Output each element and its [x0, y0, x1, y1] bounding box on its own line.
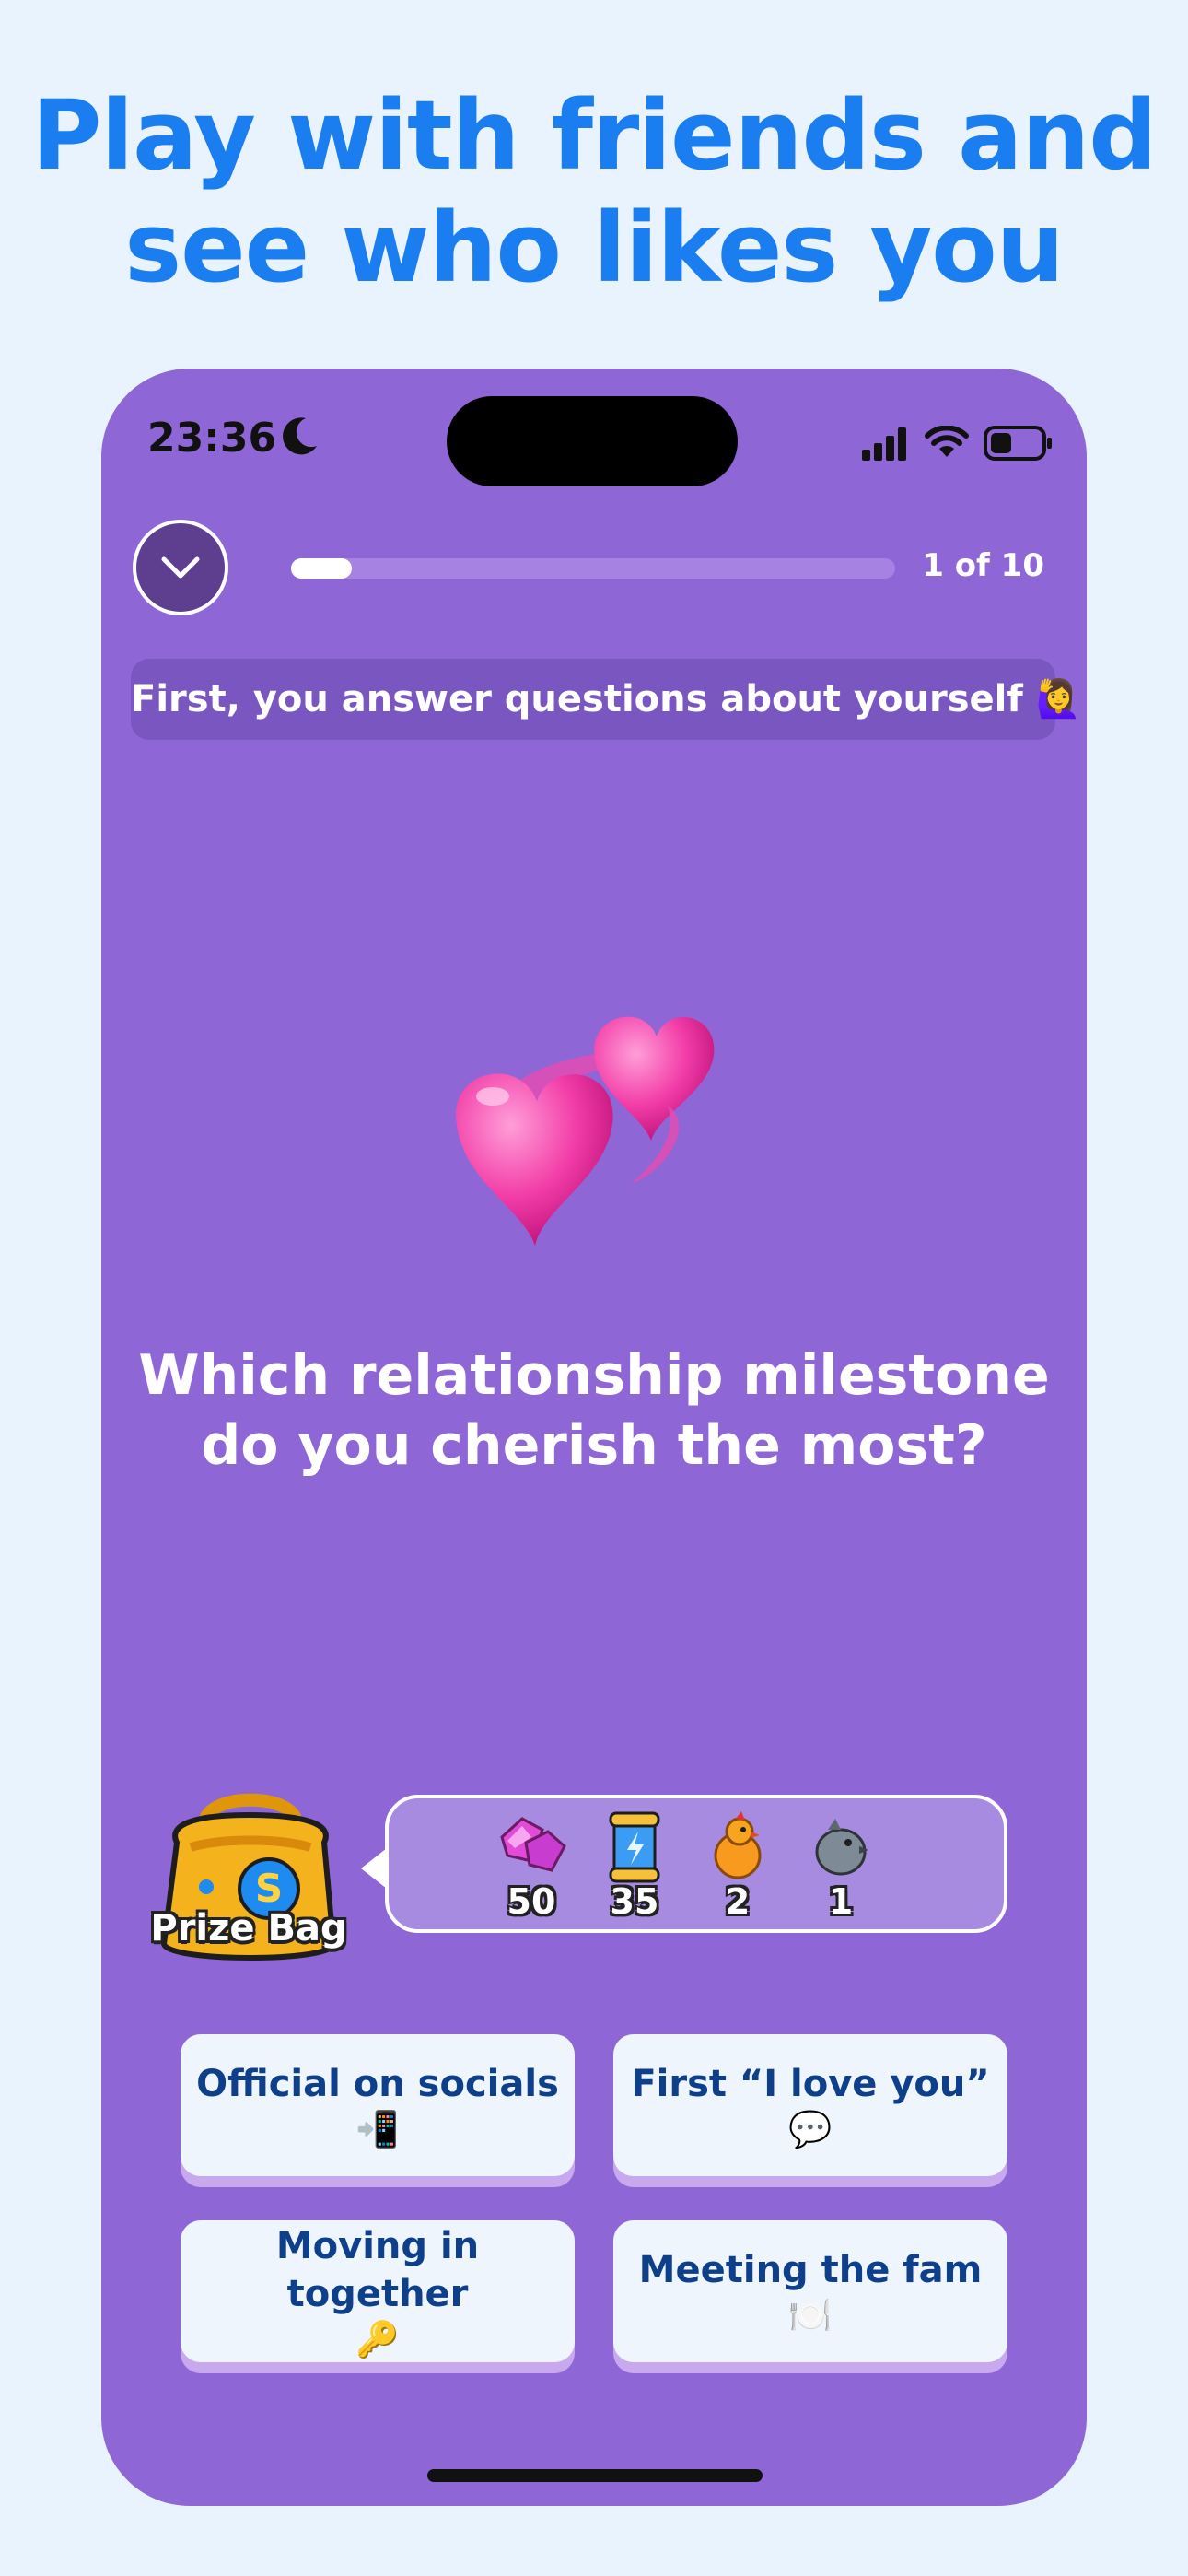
answer-emoji: 🔑	[355, 2319, 400, 2359]
answer-option-1[interactable]: Official on socials 📲	[181, 2034, 575, 2176]
headline-line-1: Play with friends and	[31, 79, 1158, 192]
phone-screen: 23:36 1 of 10 First, you answer question…	[101, 369, 1087, 2506]
progress-bar	[291, 558, 895, 579]
headline: Play with friends and see who likes you	[0, 79, 1188, 304]
chick-icon	[714, 1811, 762, 1879]
bubble-tail	[361, 1848, 387, 1889]
reward-count: 35	[610, 1881, 659, 1922]
answer-label: Official on socials	[196, 2063, 559, 2105]
energy-canister-icon	[609, 1811, 660, 1883]
dynamic-island	[447, 396, 738, 486]
progress-fill	[291, 558, 352, 579]
prize-bag-label: Prize Bag	[150, 1907, 347, 1950]
progress-label: 1 of 10	[922, 547, 1044, 584]
reward-energy: 35	[593, 1809, 676, 1922]
svg-text:S: S	[255, 1866, 283, 1911]
chevron-down-icon	[161, 556, 200, 579]
wifi-icon	[925, 426, 969, 457]
reward-count: 1	[828, 1881, 854, 1922]
reward-count: 2	[725, 1881, 751, 1922]
answer-emoji: 💬	[788, 2109, 833, 2149]
gray-bird-icon	[815, 1819, 868, 1876]
prize-rewards-bubble: 50 35 2 1	[385, 1795, 1007, 1933]
info-banner: First, you answer questions about yourse…	[131, 659, 1082, 740]
gems-icon	[500, 1817, 566, 1872]
question-text: Which relationship milestone do you cher…	[138, 1343, 1050, 1478]
answer-emoji: 🍽️	[788, 2295, 833, 2336]
answer-label: Meeting the fam	[638, 2249, 983, 2291]
answer-emoji: 📲	[355, 2109, 400, 2149]
answer-label: Moving in together	[275, 2225, 480, 2315]
moon-icon	[283, 417, 317, 455]
answer-option-3[interactable]: Moving in together 🔑	[181, 2220, 575, 2362]
headline-line-2: see who likes you	[124, 192, 1065, 304]
answer-option-2[interactable]: First “I love you” 💬	[613, 2034, 1007, 2176]
collapse-button[interactable]	[133, 520, 228, 615]
answer-label: First “I love you”	[631, 2063, 990, 2105]
reward-gems: 50	[490, 1809, 573, 1922]
battery-icon	[984, 426, 1052, 461]
reward-count: 50	[507, 1881, 556, 1922]
answer-option-4[interactable]: Meeting the fam 🍽️	[613, 2220, 1007, 2362]
home-indicator	[427, 2469, 763, 2482]
revolving-hearts-icon	[456, 1016, 715, 1246]
reward-bird: 1	[799, 1809, 882, 1922]
signal-icon	[862, 427, 906, 461]
status-time: 23:36	[147, 415, 277, 462]
reward-chick: 2	[696, 1809, 779, 1922]
